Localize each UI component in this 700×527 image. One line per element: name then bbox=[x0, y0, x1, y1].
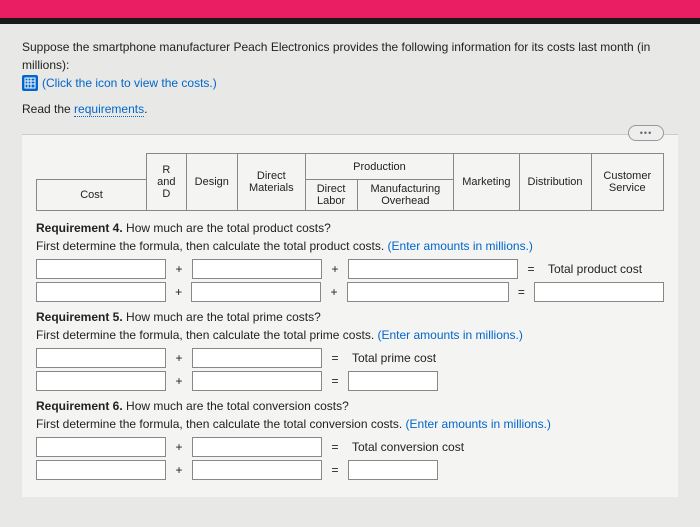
req4-instr-hint: (Enter amounts in millions.) bbox=[388, 239, 533, 253]
hdr-design: Design bbox=[186, 154, 237, 211]
table-icon bbox=[22, 75, 38, 91]
req6-val1[interactable] bbox=[36, 460, 166, 480]
req6-row1: + = Total conversion cost bbox=[36, 437, 664, 457]
req5-val1[interactable] bbox=[36, 371, 166, 391]
view-costs-text: (Click the icon to view the costs.) bbox=[42, 74, 217, 92]
eq-op: = bbox=[524, 262, 538, 276]
req6-term1[interactable] bbox=[36, 437, 166, 457]
req6-q: How much are the total conversion costs? bbox=[123, 399, 349, 413]
hdr-rd: R and D bbox=[147, 154, 187, 211]
intro-line1: Suppose the smartphone manufacturer Peac… bbox=[22, 40, 650, 72]
read-requirements: Read the requirements. bbox=[22, 102, 678, 116]
req6-instr: First determine the formula, then calcul… bbox=[36, 417, 664, 431]
cost-headers-table: R and D Design Direct Materials Producti… bbox=[36, 153, 664, 211]
req6-row2: + = bbox=[36, 460, 664, 480]
req5-result[interactable] bbox=[348, 371, 438, 391]
eq-op: = bbox=[328, 351, 342, 365]
req4-term3[interactable] bbox=[348, 259, 518, 279]
req5-val2[interactable] bbox=[192, 371, 322, 391]
req4-result-label: Total product cost bbox=[548, 262, 642, 276]
intro-text: Suppose the smartphone manufacturer Peac… bbox=[22, 38, 678, 94]
hdr-marketing: Marketing bbox=[454, 154, 519, 211]
hdr-dm: Direct Materials bbox=[237, 154, 305, 211]
plus-op: + bbox=[327, 285, 340, 299]
req6-val2[interactable] bbox=[192, 460, 322, 480]
req5-instr-hint: (Enter amounts in millions.) bbox=[377, 328, 522, 342]
plus-op: + bbox=[172, 374, 186, 388]
hdr-distribution: Distribution bbox=[519, 154, 591, 211]
plus-op: + bbox=[172, 351, 186, 365]
req5-title: Requirement 5. bbox=[36, 310, 123, 324]
plus-op: + bbox=[172, 440, 186, 454]
req6-instr-prefix: First determine the formula, then calcul… bbox=[36, 417, 406, 431]
plus-op: + bbox=[328, 262, 342, 276]
window-top-bar bbox=[0, 0, 700, 18]
req5-q: How much are the total prime costs? bbox=[123, 310, 321, 324]
hdr-moh: Manufacturing Overhead bbox=[357, 180, 454, 211]
req4-val2[interactable] bbox=[191, 282, 321, 302]
hdr-cs: Customer Service bbox=[591, 154, 663, 211]
plus-op: + bbox=[172, 262, 186, 276]
req5-title-line: Requirement 5. How much are the total pr… bbox=[36, 310, 664, 324]
hdr-cost: Cost bbox=[37, 180, 147, 211]
req5-instr: First determine the formula, then calcul… bbox=[36, 328, 664, 342]
req6-instr-hint: (Enter amounts in millions.) bbox=[406, 417, 551, 431]
req4-title-line: Requirement 4. How much are the total pr… bbox=[36, 221, 664, 235]
req4-instr-prefix: First determine the formula, then calcul… bbox=[36, 239, 388, 253]
eq-op: = bbox=[328, 374, 342, 388]
req5-result-label: Total prime cost bbox=[352, 351, 436, 365]
hdr-dl: Direct Labor bbox=[305, 180, 357, 211]
req6-result[interactable] bbox=[348, 460, 438, 480]
plus-op: + bbox=[172, 285, 185, 299]
req4-val1[interactable] bbox=[36, 282, 166, 302]
req5-term2[interactable] bbox=[192, 348, 322, 368]
req5-instr-prefix: First determine the formula, then calcul… bbox=[36, 328, 377, 342]
req4-q: How much are the total product costs? bbox=[123, 221, 331, 235]
hdr-production: Production bbox=[305, 154, 454, 180]
req4-result[interactable] bbox=[534, 282, 664, 302]
req4-row1: + + = Total product cost bbox=[36, 259, 664, 279]
content-card: ••• R and D Design Direct Materials Prod… bbox=[22, 134, 678, 497]
req5-row1: + = Total prime cost bbox=[36, 348, 664, 368]
req4-row2: + + = bbox=[36, 282, 664, 302]
req4-term2[interactable] bbox=[192, 259, 322, 279]
req6-title: Requirement 6. bbox=[36, 399, 123, 413]
view-costs-link[interactable]: (Click the icon to view the costs.) bbox=[22, 74, 217, 92]
req6-title-line: Requirement 6. How much are the total co… bbox=[36, 399, 664, 413]
req4-term1[interactable] bbox=[36, 259, 166, 279]
req4-title: Requirement 4. bbox=[36, 221, 123, 235]
req5-term1[interactable] bbox=[36, 348, 166, 368]
plus-op: + bbox=[172, 463, 186, 477]
req6-term2[interactable] bbox=[192, 437, 322, 457]
read-prefix: Read the bbox=[22, 102, 74, 116]
more-button[interactable]: ••• bbox=[628, 125, 664, 141]
req4-val3[interactable] bbox=[347, 282, 509, 302]
eq-op: = bbox=[328, 440, 342, 454]
requirements-link[interactable]: requirements bbox=[74, 102, 144, 117]
eq-op: = bbox=[515, 285, 528, 299]
req6-result-label: Total conversion cost bbox=[352, 440, 464, 454]
page-body: Suppose the smartphone manufacturer Peac… bbox=[0, 24, 700, 527]
req4-instr: First determine the formula, then calcul… bbox=[36, 239, 664, 253]
eq-op: = bbox=[328, 463, 342, 477]
req5-row2: + = bbox=[36, 371, 664, 391]
